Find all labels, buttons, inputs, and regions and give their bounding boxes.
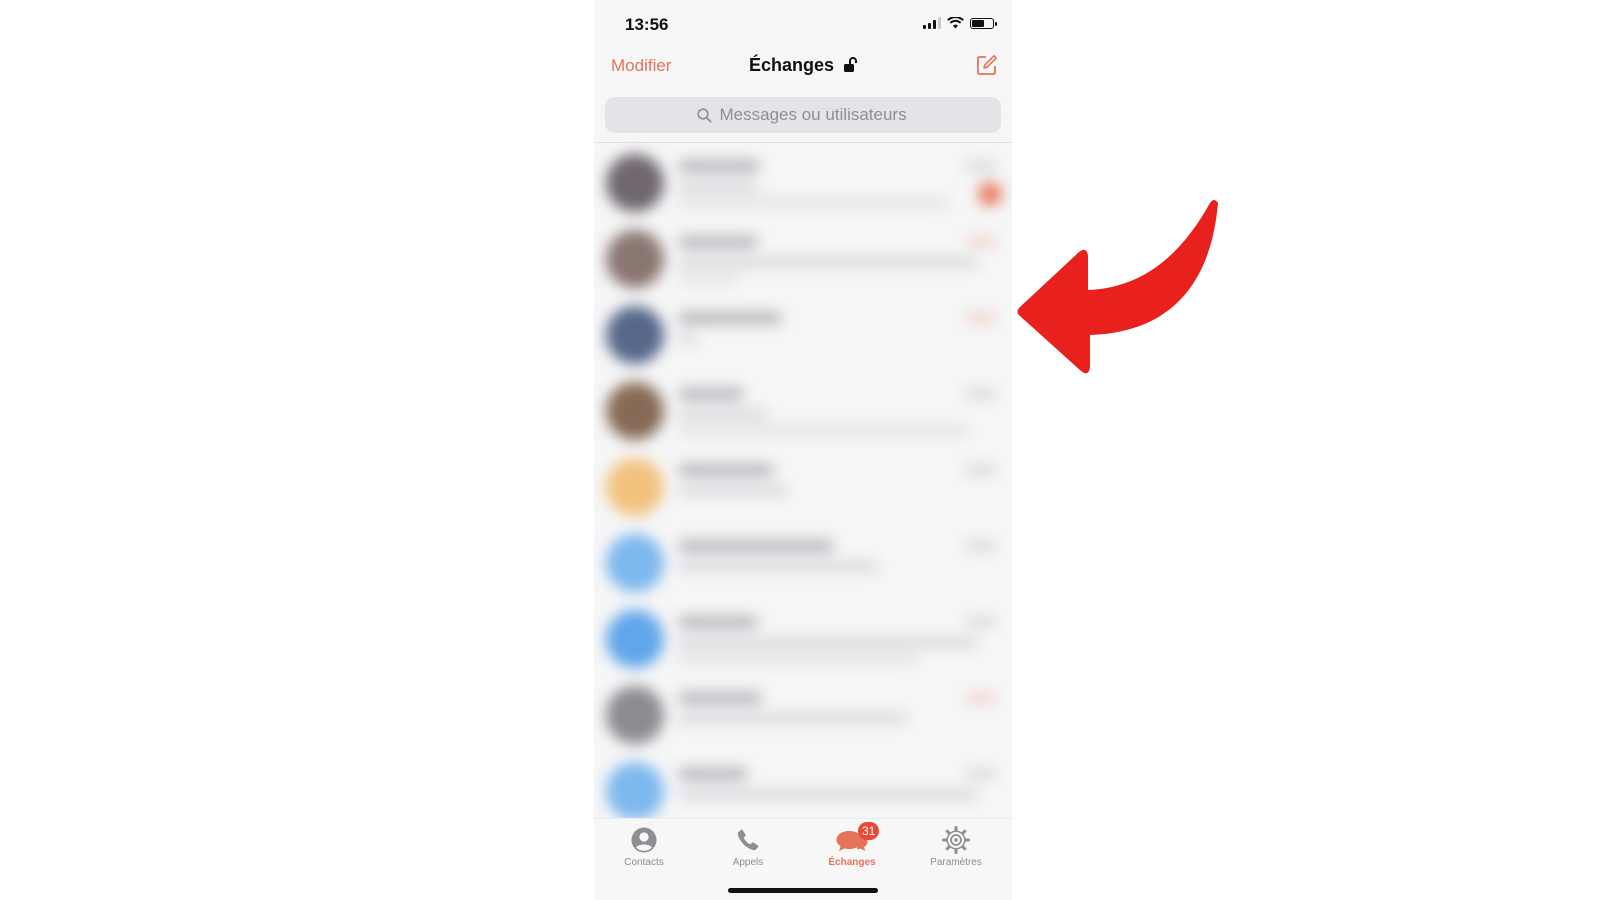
avatar xyxy=(606,230,664,288)
navigation-bar: Modifier Échanges xyxy=(594,48,1012,88)
home-indicator[interactable] xyxy=(728,888,878,893)
conversation-row[interactable] xyxy=(594,676,1012,752)
status-time: 13:56 xyxy=(625,15,669,34)
tab-exchanges[interactable]: 31 Échanges xyxy=(802,822,902,868)
conversation-row[interactable] xyxy=(594,144,1012,220)
page-title-text: Échanges xyxy=(748,55,835,75)
avatar xyxy=(606,154,664,212)
cellular-signal-icon xyxy=(923,17,941,29)
avatar xyxy=(606,534,664,592)
unlock-icon xyxy=(844,57,858,72)
unread-badge xyxy=(978,182,1002,206)
gear-icon xyxy=(942,826,970,854)
search-icon xyxy=(696,107,711,122)
person-icon xyxy=(631,827,657,853)
search-input[interactable] xyxy=(719,105,910,125)
compose-icon[interactable] xyxy=(976,54,998,76)
conversation-list xyxy=(594,144,1012,820)
conversation-row[interactable] xyxy=(594,296,1012,372)
phone-icon xyxy=(737,829,759,851)
avatar xyxy=(606,458,664,516)
conversation-row[interactable] xyxy=(594,448,1012,524)
unread-count-badge: 31 xyxy=(858,822,880,840)
search-divider xyxy=(594,142,1012,143)
curved-arrow-icon xyxy=(1017,200,1218,374)
conversation-row[interactable] xyxy=(594,600,1012,676)
battery-icon xyxy=(970,17,997,29)
tab-contacts[interactable]: Contacts xyxy=(594,825,694,868)
conversation-row[interactable] xyxy=(594,524,1012,600)
tab-settings[interactable]: Paramètres xyxy=(906,825,1006,868)
conversation-row[interactable] xyxy=(594,220,1012,296)
tab-calls[interactable]: Appels xyxy=(698,825,798,868)
page-title: Échanges xyxy=(594,55,1012,76)
phone-screen: 13:56 Modifier Échanges Messages ou util… xyxy=(594,0,1012,900)
tab-label: Paramètres xyxy=(930,857,982,868)
avatar xyxy=(606,306,664,364)
avatar xyxy=(606,610,664,668)
tab-label: Appels xyxy=(732,857,764,868)
tab-label: Échanges xyxy=(828,857,876,868)
status-icons xyxy=(923,17,997,29)
search-bar[interactable] xyxy=(605,97,1001,133)
avatar xyxy=(606,382,664,440)
avatar xyxy=(606,762,664,820)
wifi-icon xyxy=(947,17,964,29)
conversation-row[interactable] xyxy=(594,372,1012,448)
conversation-row[interactable] xyxy=(594,752,1012,828)
avatar xyxy=(606,686,664,744)
tab-label: Contacts xyxy=(624,857,664,868)
